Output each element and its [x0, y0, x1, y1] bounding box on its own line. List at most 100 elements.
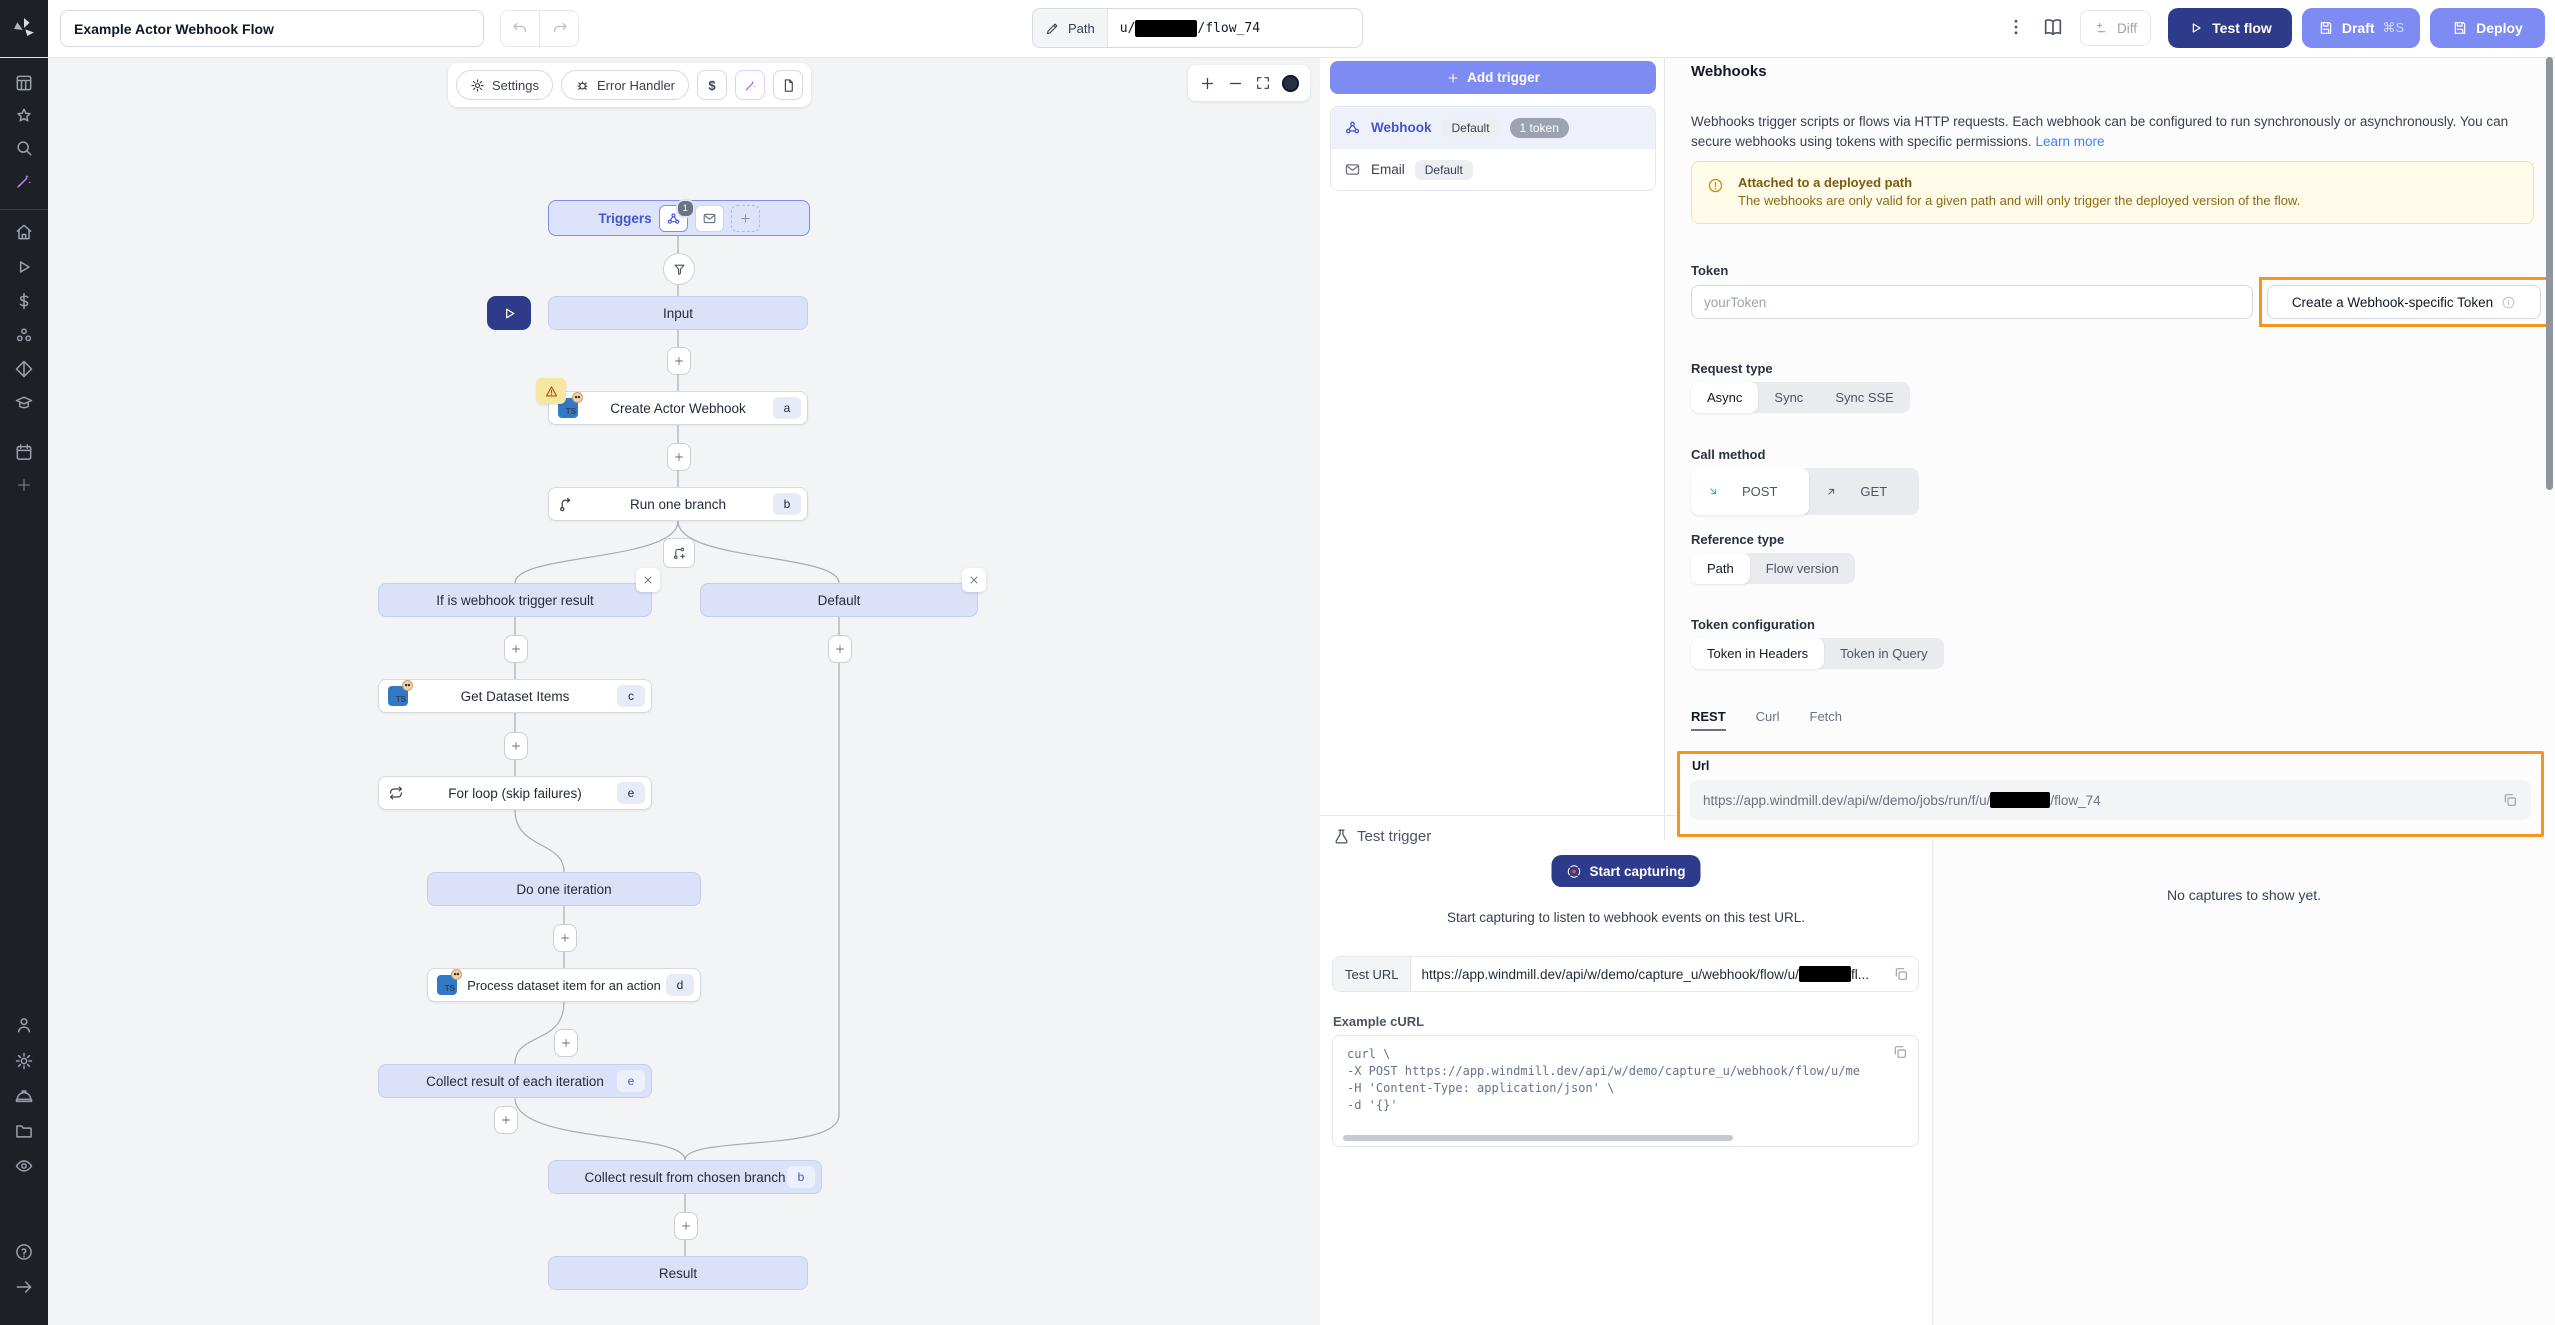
flow-node-run-one-branch[interactable]: Run one branch b	[548, 487, 808, 521]
insert-step-button[interactable]	[553, 924, 577, 952]
variables-icon[interactable]	[14, 291, 34, 311]
tab-rest[interactable]: REST	[1691, 709, 1726, 731]
flow-node-branch-if[interactable]: If is webhook trigger result	[378, 583, 652, 617]
path-value[interactable]: u//flow_74	[1108, 9, 1362, 47]
flow-node-input[interactable]: Input	[548, 296, 808, 330]
insert-step-button[interactable]	[828, 635, 852, 663]
delete-branch-button[interactable]	[636, 568, 660, 592]
favorites-star-icon[interactable]	[14, 106, 34, 126]
test-flow-button[interactable]: Test flow	[2168, 8, 2292, 48]
token-input[interactable]	[1691, 285, 2253, 319]
runs-icon[interactable]	[14, 257, 34, 277]
home-icon[interactable]	[14, 222, 34, 242]
ai-wand-button[interactable]	[735, 70, 765, 100]
webhook-url-field[interactable]: https://app.windmill.dev/api/w/demo/jobs…	[1690, 780, 2531, 820]
variables-button[interactable]: $	[697, 70, 727, 100]
warning-badge[interactable]	[536, 378, 566, 404]
draft-button[interactable]: Draft ⌘S	[2302, 8, 2420, 48]
flow-node-process-dataset-item[interactable]: TS Process dataset item for an action d	[427, 968, 701, 1002]
request-type-sync-sse[interactable]: Sync SSE	[1819, 382, 1910, 413]
webhook-trigger-chip[interactable]: 1	[659, 205, 688, 232]
token-in-query[interactable]: Token in Query	[1824, 638, 1943, 669]
insert-step-button[interactable]	[554, 1029, 578, 1057]
insert-step-button[interactable]	[494, 1106, 518, 1134]
insert-step-button[interactable]	[504, 635, 528, 663]
calendar-icon[interactable]	[14, 442, 34, 462]
folders-icon[interactable]	[14, 1121, 34, 1141]
copy-curl-icon[interactable]	[1892, 1044, 1908, 1060]
flow-node-collect-chosen-branch[interactable]: Collect result from chosen branch b	[548, 1160, 822, 1194]
insert-step-button[interactable]	[667, 347, 691, 375]
copy-test-url-icon[interactable]	[1884, 957, 1918, 991]
flow-name-input[interactable]	[60, 10, 484, 47]
trigger-row-email[interactable]: Email Default	[1331, 148, 1655, 190]
fit-view-icon[interactable]	[1255, 75, 1271, 91]
redo-button[interactable]	[539, 11, 578, 46]
token-in-headers[interactable]: Token in Headers	[1691, 638, 1824, 669]
example-curl-code[interactable]: curl \ -X POST https://app.windmill.dev/…	[1332, 1035, 1919, 1147]
flow-node-for-loop[interactable]: For loop (skip failures) e	[378, 776, 652, 810]
copy-url-icon[interactable]	[2502, 792, 2518, 808]
windmill-logo[interactable]	[0, 0, 48, 57]
undo-button[interactable]	[501, 11, 539, 46]
request-type-sync[interactable]: Sync	[1758, 382, 1819, 413]
request-type-async[interactable]: Async	[1691, 382, 1758, 413]
settings-gear-icon[interactable]	[14, 1051, 34, 1071]
diff-button[interactable]: Diff	[2080, 10, 2151, 46]
error-handler-button[interactable]: Error Handler	[561, 70, 689, 100]
ai-wand-icon[interactable]	[14, 171, 34, 191]
vertical-scrollbar[interactable]	[2546, 57, 2553, 490]
academy-icon[interactable]	[14, 393, 34, 413]
reference-type-flow-version[interactable]: Flow version	[1750, 553, 1855, 584]
minimap-toggle-icon[interactable]	[1282, 75, 1299, 92]
docs-book-button[interactable]	[2042, 16, 2064, 38]
flow-node-collect-each-iteration[interactable]: Collect result of each iteration e	[378, 1064, 652, 1098]
call-method-get[interactable]: GET	[1809, 468, 1919, 515]
audit-eye-icon[interactable]	[14, 1156, 34, 1176]
email-trigger-chip[interactable]	[695, 205, 724, 232]
tab-curl[interactable]: Curl	[1756, 709, 1780, 731]
flow-node-branch-default[interactable]: Default	[700, 583, 978, 617]
delete-branch-button[interactable]	[962, 568, 986, 592]
schedules-icon[interactable]	[14, 359, 34, 379]
search-icon[interactable]	[14, 138, 34, 158]
export-doc-button[interactable]	[773, 70, 803, 100]
start-capturing-button[interactable]: Start capturing	[1551, 855, 1700, 887]
tab-fetch[interactable]: Fetch	[1810, 709, 1843, 731]
input-filter-badge[interactable]	[663, 253, 695, 285]
learn-more-link[interactable]: Learn more	[2035, 134, 2104, 149]
flow-node-triggers[interactable]: Triggers 1	[548, 200, 810, 236]
trigger-row-webhook[interactable]: Webhook Default 1 token	[1331, 107, 1655, 148]
zoom-in-icon[interactable]	[1199, 75, 1216, 92]
flow-node-result[interactable]: Result	[548, 1256, 808, 1290]
flow-node-get-dataset-items[interactable]: TS Get Dataset Items c	[378, 679, 652, 713]
expand-sidebar-icon[interactable]	[14, 1277, 34, 1297]
create-webhook-token-button[interactable]: Create a Webhook-specific Token	[2267, 285, 2541, 319]
zoom-out-icon[interactable]	[1227, 75, 1244, 92]
add-trigger-button[interactable]: Add trigger	[1330, 61, 1656, 94]
insert-step-button[interactable]	[667, 443, 691, 471]
user-icon[interactable]	[14, 1015, 34, 1035]
horizontal-scrollbar[interactable]	[1343, 1135, 1733, 1141]
more-menu-button[interactable]	[2006, 17, 2026, 37]
workers-hardhat-icon[interactable]	[14, 1086, 34, 1106]
add-branch-badge[interactable]	[663, 538, 695, 568]
resources-icon[interactable]	[14, 325, 34, 345]
path-field[interactable]: Path u//flow_74	[1032, 8, 1363, 48]
apps-icon[interactable]	[14, 73, 34, 93]
trigger-name: Email	[1371, 162, 1405, 177]
test-url-value[interactable]: https://app.windmill.dev/api/w/demo/capt…	[1411, 957, 1884, 991]
add-icon[interactable]	[14, 475, 34, 495]
flow-node-create-actor-webhook[interactable]: TS Create Actor Webhook a	[548, 391, 808, 425]
insert-step-button[interactable]	[674, 1212, 698, 1240]
help-icon[interactable]	[14, 1242, 34, 1262]
add-trigger-chip[interactable]	[731, 205, 760, 232]
reference-type-path[interactable]: Path	[1691, 553, 1750, 584]
call-method-post[interactable]: POST	[1691, 468, 1809, 515]
deploy-button[interactable]: Deploy	[2430, 8, 2545, 48]
flow-canvas[interactable]: Settings Error Handler $ Triggers 1	[48, 57, 1321, 1325]
flow-node-do-one-iteration[interactable]: Do one iteration	[427, 872, 701, 906]
flow-settings-button[interactable]: Settings	[456, 70, 553, 100]
run-from-input-button[interactable]	[487, 296, 531, 330]
insert-step-button[interactable]	[504, 732, 528, 760]
